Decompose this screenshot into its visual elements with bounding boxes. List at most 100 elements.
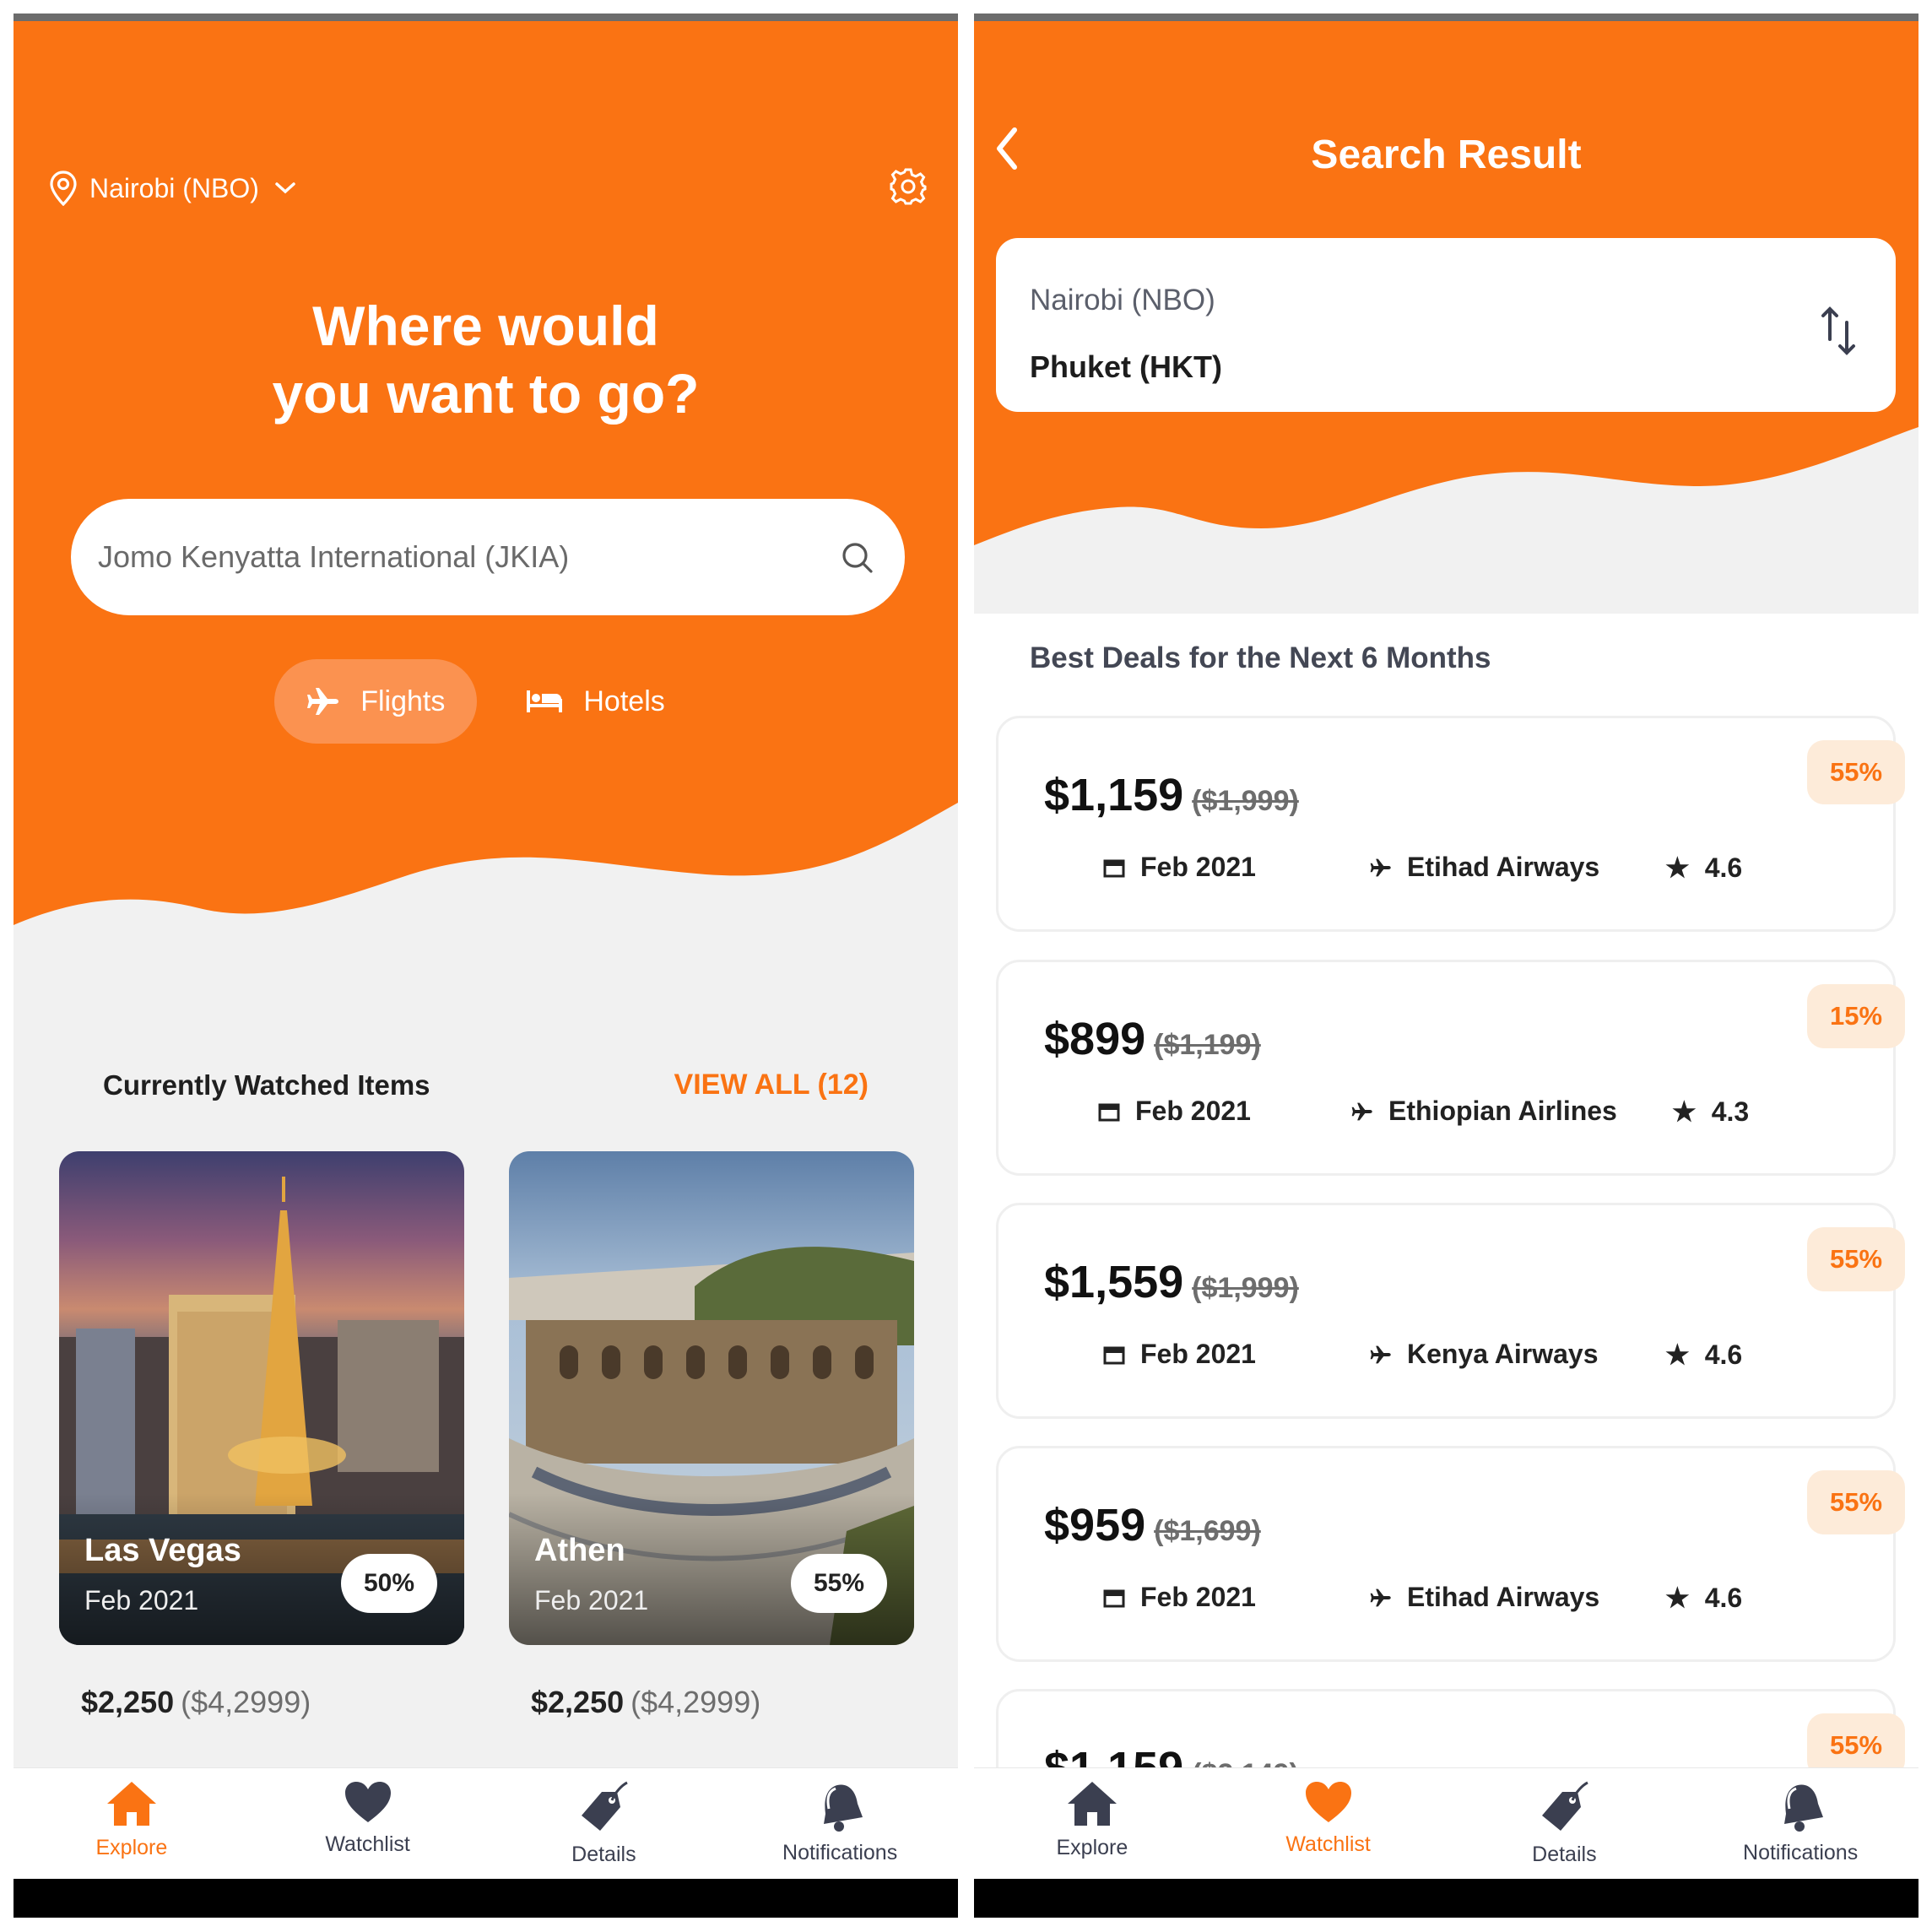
mode-tabs: Flights Hotels: [14, 659, 958, 744]
watched-card-athen[interactable]: Athen Feb 2021 55%: [509, 1151, 914, 1645]
deal-date: Feb 2021: [1103, 1339, 1256, 1370]
nav-watchlist[interactable]: Watchlist: [1210, 1768, 1447, 1879]
deal-rating: ★ 4.6: [1665, 1582, 1742, 1614]
discount-badge: 15%: [1807, 984, 1905, 1048]
card-city: Las Vegas: [84, 1533, 241, 1568]
deal-rating: ★ 4.6: [1665, 852, 1742, 884]
tag-icon: [1542, 1781, 1589, 1831]
card-month: Feb 2021: [84, 1585, 199, 1615]
deal-price: $899 ($1,199): [1044, 1013, 1261, 1065]
card-price-athen: $2,250 ($4,2999): [531, 1685, 760, 1720]
old-price: ($4,2999): [630, 1685, 761, 1719]
calendar-icon: [1103, 1589, 1125, 1607]
gear-icon[interactable]: [889, 167, 928, 206]
plane-icon: [1370, 858, 1391, 876]
discount-badge: 55%: [1807, 740, 1905, 804]
airline: Ethiopian Airlines: [1388, 1096, 1617, 1126]
calendar-icon: [1098, 1103, 1120, 1121]
section-title: Currently Watched Items: [103, 1069, 430, 1101]
star-icon: ★: [1665, 1339, 1690, 1370]
chevron-down-icon: [275, 182, 295, 194]
star-icon: ★: [1665, 852, 1690, 883]
price: $2,250: [81, 1685, 175, 1719]
price: $1,159: [1044, 770, 1184, 820]
view-all-link[interactable]: VIEW ALL (12): [674, 1069, 869, 1101]
price: $959: [1044, 1500, 1146, 1550]
search-bar[interactable]: [71, 499, 905, 615]
search-input[interactable]: [98, 539, 815, 575]
deal-date: Feb 2021: [1098, 1096, 1251, 1127]
discount-badge: 55%: [1807, 1227, 1905, 1291]
rating: 4.6: [1704, 1582, 1743, 1613]
watched-card-las-vegas[interactable]: Las Vegas Feb 2021 50%: [59, 1151, 464, 1645]
month: Feb 2021: [1140, 852, 1256, 882]
headline-line-1: Where would: [312, 295, 659, 357]
deal-airline: Kenya Airways: [1370, 1339, 1598, 1370]
nav-explore-label: Explore: [95, 1836, 168, 1859]
nav-notifications-label: Notifications: [782, 1841, 898, 1864]
deal-rating: ★ 4.3: [1672, 1096, 1749, 1128]
price: $1,559: [1044, 1257, 1184, 1307]
search-icon[interactable]: [841, 541, 874, 575]
deal-price: $1,159 ($1,999): [1044, 769, 1299, 821]
nav-notifications-label: Notifications: [1743, 1841, 1859, 1864]
nav-explore[interactable]: Explore: [974, 1768, 1210, 1879]
deal-card[interactable]: $959 ($1,699) 55% Feb 2021 Etihad Airways…: [996, 1446, 1905, 1662]
location-selector[interactable]: Nairobi (NBO): [49, 170, 308, 206]
tab-hotels[interactable]: Hotels: [494, 659, 696, 744]
deal-price: $959 ($1,699): [1044, 1499, 1261, 1551]
bottom-nav: Explore Watchlist Details Notifications: [974, 1767, 1918, 1879]
bed-icon: [527, 690, 563, 712]
nav-notifications[interactable]: Notifications: [722, 1768, 958, 1879]
swap-icon[interactable]: [1820, 306, 1857, 356]
deal-card[interactable]: $1,559 ($1,999) 55% Feb 2021 Kenya Airway…: [996, 1203, 1905, 1419]
old-price: ($1,699): [1154, 1515, 1261, 1547]
tab-flights[interactable]: Flights: [274, 659, 478, 744]
headline-line-2: you want to go?: [272, 362, 700, 425]
nav-details-label: Details: [571, 1843, 636, 1866]
page-title: Search Result: [1311, 133, 1582, 177]
deal-card[interactable]: $899 ($1,199) 15% Feb 2021 Ethiopian Airl…: [996, 960, 1905, 1176]
deal-airline: Etihad Airways: [1370, 1582, 1599, 1613]
nav-details-label: Details: [1532, 1843, 1597, 1866]
route-card[interactable]: Nairobi (NBO) Phuket (HKT): [996, 238, 1896, 412]
card-city: Athen: [534, 1533, 625, 1568]
old-price: ($1,999): [1192, 785, 1299, 817]
deal-card[interactable]: $1,159 ($1,999) 55% Feb 2021 Etihad Airwa…: [996, 716, 1905, 932]
old-price: ($4,2999): [181, 1685, 311, 1719]
month: Feb 2021: [1135, 1096, 1251, 1126]
status-line: [14, 14, 958, 21]
old-price: ($1,199): [1154, 1029, 1261, 1061]
nav-watchlist-label: Watchlist: [325, 1832, 410, 1856]
nav-details[interactable]: Details: [486, 1768, 722, 1879]
orange-header-background: [14, 14, 958, 925]
deal-airline: Ethiopian Airlines: [1351, 1096, 1617, 1127]
explore-screen: Nairobi (NBO) Where would you want to go…: [14, 14, 958, 1918]
deal-date: Feb 2021: [1103, 852, 1256, 883]
headline: Where would you want to go?: [14, 292, 958, 427]
nav-watchlist[interactable]: Watchlist: [250, 1768, 486, 1879]
bottom-nav: Explore Watchlist Details Notifications: [14, 1767, 958, 1879]
star-icon: ★: [1672, 1096, 1697, 1127]
bell-icon: [824, 1784, 863, 1832]
search-result-screen: Search Result Nairobi (NBO) Phuket (HKT)…: [974, 14, 1918, 1918]
rating: 4.6: [1704, 1339, 1743, 1370]
system-bar: [974, 1879, 1918, 1918]
rating: 4.3: [1711, 1096, 1750, 1127]
card-price-las-vegas: $2,250 ($4,2999): [81, 1685, 311, 1720]
rating: 4.6: [1704, 852, 1743, 883]
nav-explore[interactable]: Explore: [14, 1768, 250, 1879]
nav-explore-label: Explore: [1056, 1836, 1128, 1859]
tab-flights-label: Flights: [360, 685, 446, 717]
origin-field[interactable]: Nairobi (NBO): [1030, 284, 1215, 317]
nav-notifications[interactable]: Notifications: [1682, 1768, 1918, 1879]
price: $2,250: [531, 1685, 625, 1719]
deal-date: Feb 2021: [1103, 1582, 1256, 1613]
plane-icon: [1351, 1102, 1372, 1120]
destination-field[interactable]: Phuket (HKT): [1030, 349, 1222, 385]
nav-details[interactable]: Details: [1447, 1768, 1683, 1879]
plane-icon: [1370, 1345, 1391, 1363]
star-icon: ★: [1665, 1583, 1690, 1613]
home-icon: [1067, 1782, 1117, 1826]
system-bar: [14, 1879, 958, 1918]
